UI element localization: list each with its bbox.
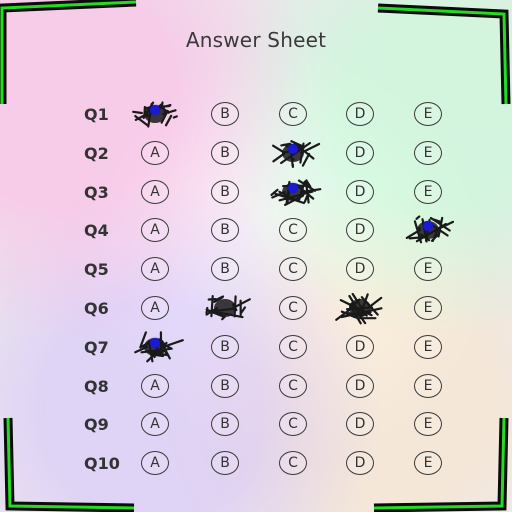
question-label: Q7 — [84, 337, 109, 357]
question-label: Q1 — [84, 105, 109, 124]
answer-bubble-d[interactable] — [346, 296, 374, 320]
corner-marker-top-left — [0, 0, 137, 104]
answer-bubble-c[interactable]: C — [279, 373, 307, 398]
answer-bubble-e[interactable]: E — [414, 102, 442, 126]
detected-answer-dot — [150, 337, 160, 348]
answer-bubble-d[interactable]: D — [346, 334, 374, 359]
answer-bubble-a[interactable]: A — [141, 140, 169, 165]
answer-bubble-b[interactable] — [211, 296, 239, 320]
answer-bubble-b[interactable]: B — [211, 140, 239, 165]
answer-bubble-d[interactable]: D — [346, 373, 374, 398]
question-label: Q8 — [84, 376, 109, 396]
question-label: Q10 — [84, 454, 120, 474]
answer-bubble-e[interactable]: E — [414, 373, 442, 398]
answer-bubble-b[interactable]: B — [211, 373, 239, 398]
answer-bubble-b[interactable]: B — [211, 334, 239, 359]
answer-bubble-d[interactable]: D — [346, 179, 374, 204]
answer-sheet: Answer Sheet Q1 B C D E Q2 A B D E Q3 A B D E Q4 A B C D Q5 A… — [0, 0, 512, 512]
answer-bubble-c[interactable]: C — [279, 334, 307, 359]
answer-bubble-d[interactable]: D — [346, 102, 374, 126]
question-label: Q5 — [84, 260, 109, 280]
answer-bubble-e[interactable]: E — [414, 296, 442, 320]
question-label: Q4 — [84, 221, 109, 241]
answer-bubble-c[interactable]: C — [279, 102, 307, 126]
answer-bubble-e[interactable]: E — [414, 179, 442, 204]
answer-bubble-d[interactable]: D — [346, 140, 374, 165]
question-label: Q9 — [84, 415, 109, 435]
answer-bubble-c[interactable]: C — [279, 296, 307, 320]
corner-marker-top-right — [377, 3, 511, 105]
question-label: Q6 — [84, 299, 109, 318]
answer-bubble-b[interactable]: B — [211, 102, 239, 126]
detected-answer-dot — [150, 105, 160, 115]
answer-bubble-a[interactable]: A — [141, 179, 169, 204]
answer-bubble-a[interactable]: A — [141, 296, 169, 320]
question-label: Q2 — [84, 143, 109, 163]
detected-answer-dot — [288, 182, 298, 193]
question-label: Q3 — [84, 182, 109, 202]
answer-bubble-e[interactable]: E — [414, 334, 442, 359]
answer-bubble-b[interactable]: B — [211, 179, 239, 204]
answer-bubble-e[interactable]: E — [414, 140, 442, 165]
detected-answer-dot — [288, 143, 298, 154]
answer-bubble-a[interactable]: A — [141, 373, 169, 398]
